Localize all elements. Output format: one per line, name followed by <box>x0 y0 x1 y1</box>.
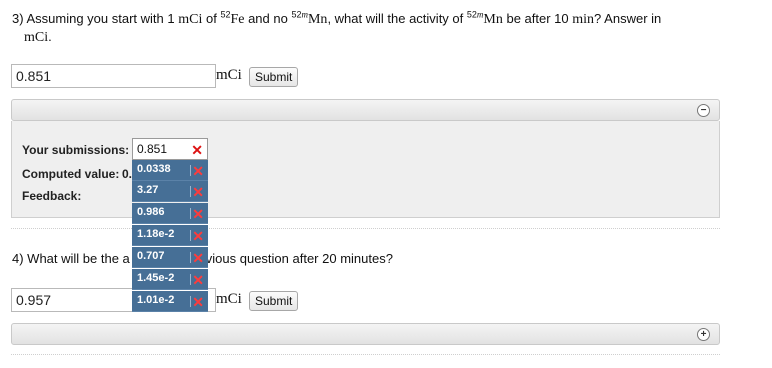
q3-unit-label: mCi <box>216 67 242 83</box>
submissions-label: Your submissions: <box>22 143 130 157</box>
divider <box>11 228 720 229</box>
q4-feedback-header[interactable]: + <box>11 323 720 345</box>
q4-submit-button[interactable]: Submit <box>249 291 299 311</box>
wrong-mark-icon: ✕ <box>191 142 203 158</box>
submission-option[interactable]: 1.18e-2 ✕ <box>132 225 208 246</box>
submission-option[interactable]: 1.01e-2 ✕ <box>132 291 208 312</box>
minus-circle-icon[interactable]: − <box>697 104 710 117</box>
wrong-mark-icon: ✕ <box>192 206 204 222</box>
wrong-mark-icon: ✕ <box>192 228 204 244</box>
wrong-mark-icon: ✕ <box>192 250 204 266</box>
feedback-label: Feedback: <box>22 189 82 203</box>
plus-circle-icon[interactable]: + <box>697 328 710 341</box>
wrong-mark-icon: ✕ <box>192 294 204 310</box>
q3-feedback-header[interactable]: − <box>11 99 720 121</box>
submission-option[interactable]: 0.707 ✕ <box>132 247 208 268</box>
wrong-mark-icon: ✕ <box>192 184 204 200</box>
q3-submit-button[interactable]: Submit <box>249 67 299 87</box>
submissions-select[interactable]: 0.851 ✕ <box>132 138 208 160</box>
q4-unit-label: mCi <box>216 291 242 307</box>
selected-submission: 0.851 <box>137 142 168 156</box>
question-3-text: 3) Assuming you start with 1 mCi of 52Fe… <box>12 9 662 45</box>
computed-value: 0. <box>122 167 133 181</box>
submission-option[interactable]: 0.986 ✕ <box>132 203 208 224</box>
wrong-mark-icon: ✕ <box>192 272 204 288</box>
submission-option[interactable]: 0.0338 ✕ <box>132 160 208 181</box>
submission-option[interactable]: 1.45e-2 ✕ <box>132 269 208 290</box>
computed-value-label: Computed value: <box>22 167 120 181</box>
wrong-mark-icon: ✕ <box>192 163 204 179</box>
q3-answer-input[interactable] <box>11 64 216 88</box>
submission-option[interactable]: 3.27 ✕ <box>132 181 208 202</box>
divider <box>11 354 720 355</box>
